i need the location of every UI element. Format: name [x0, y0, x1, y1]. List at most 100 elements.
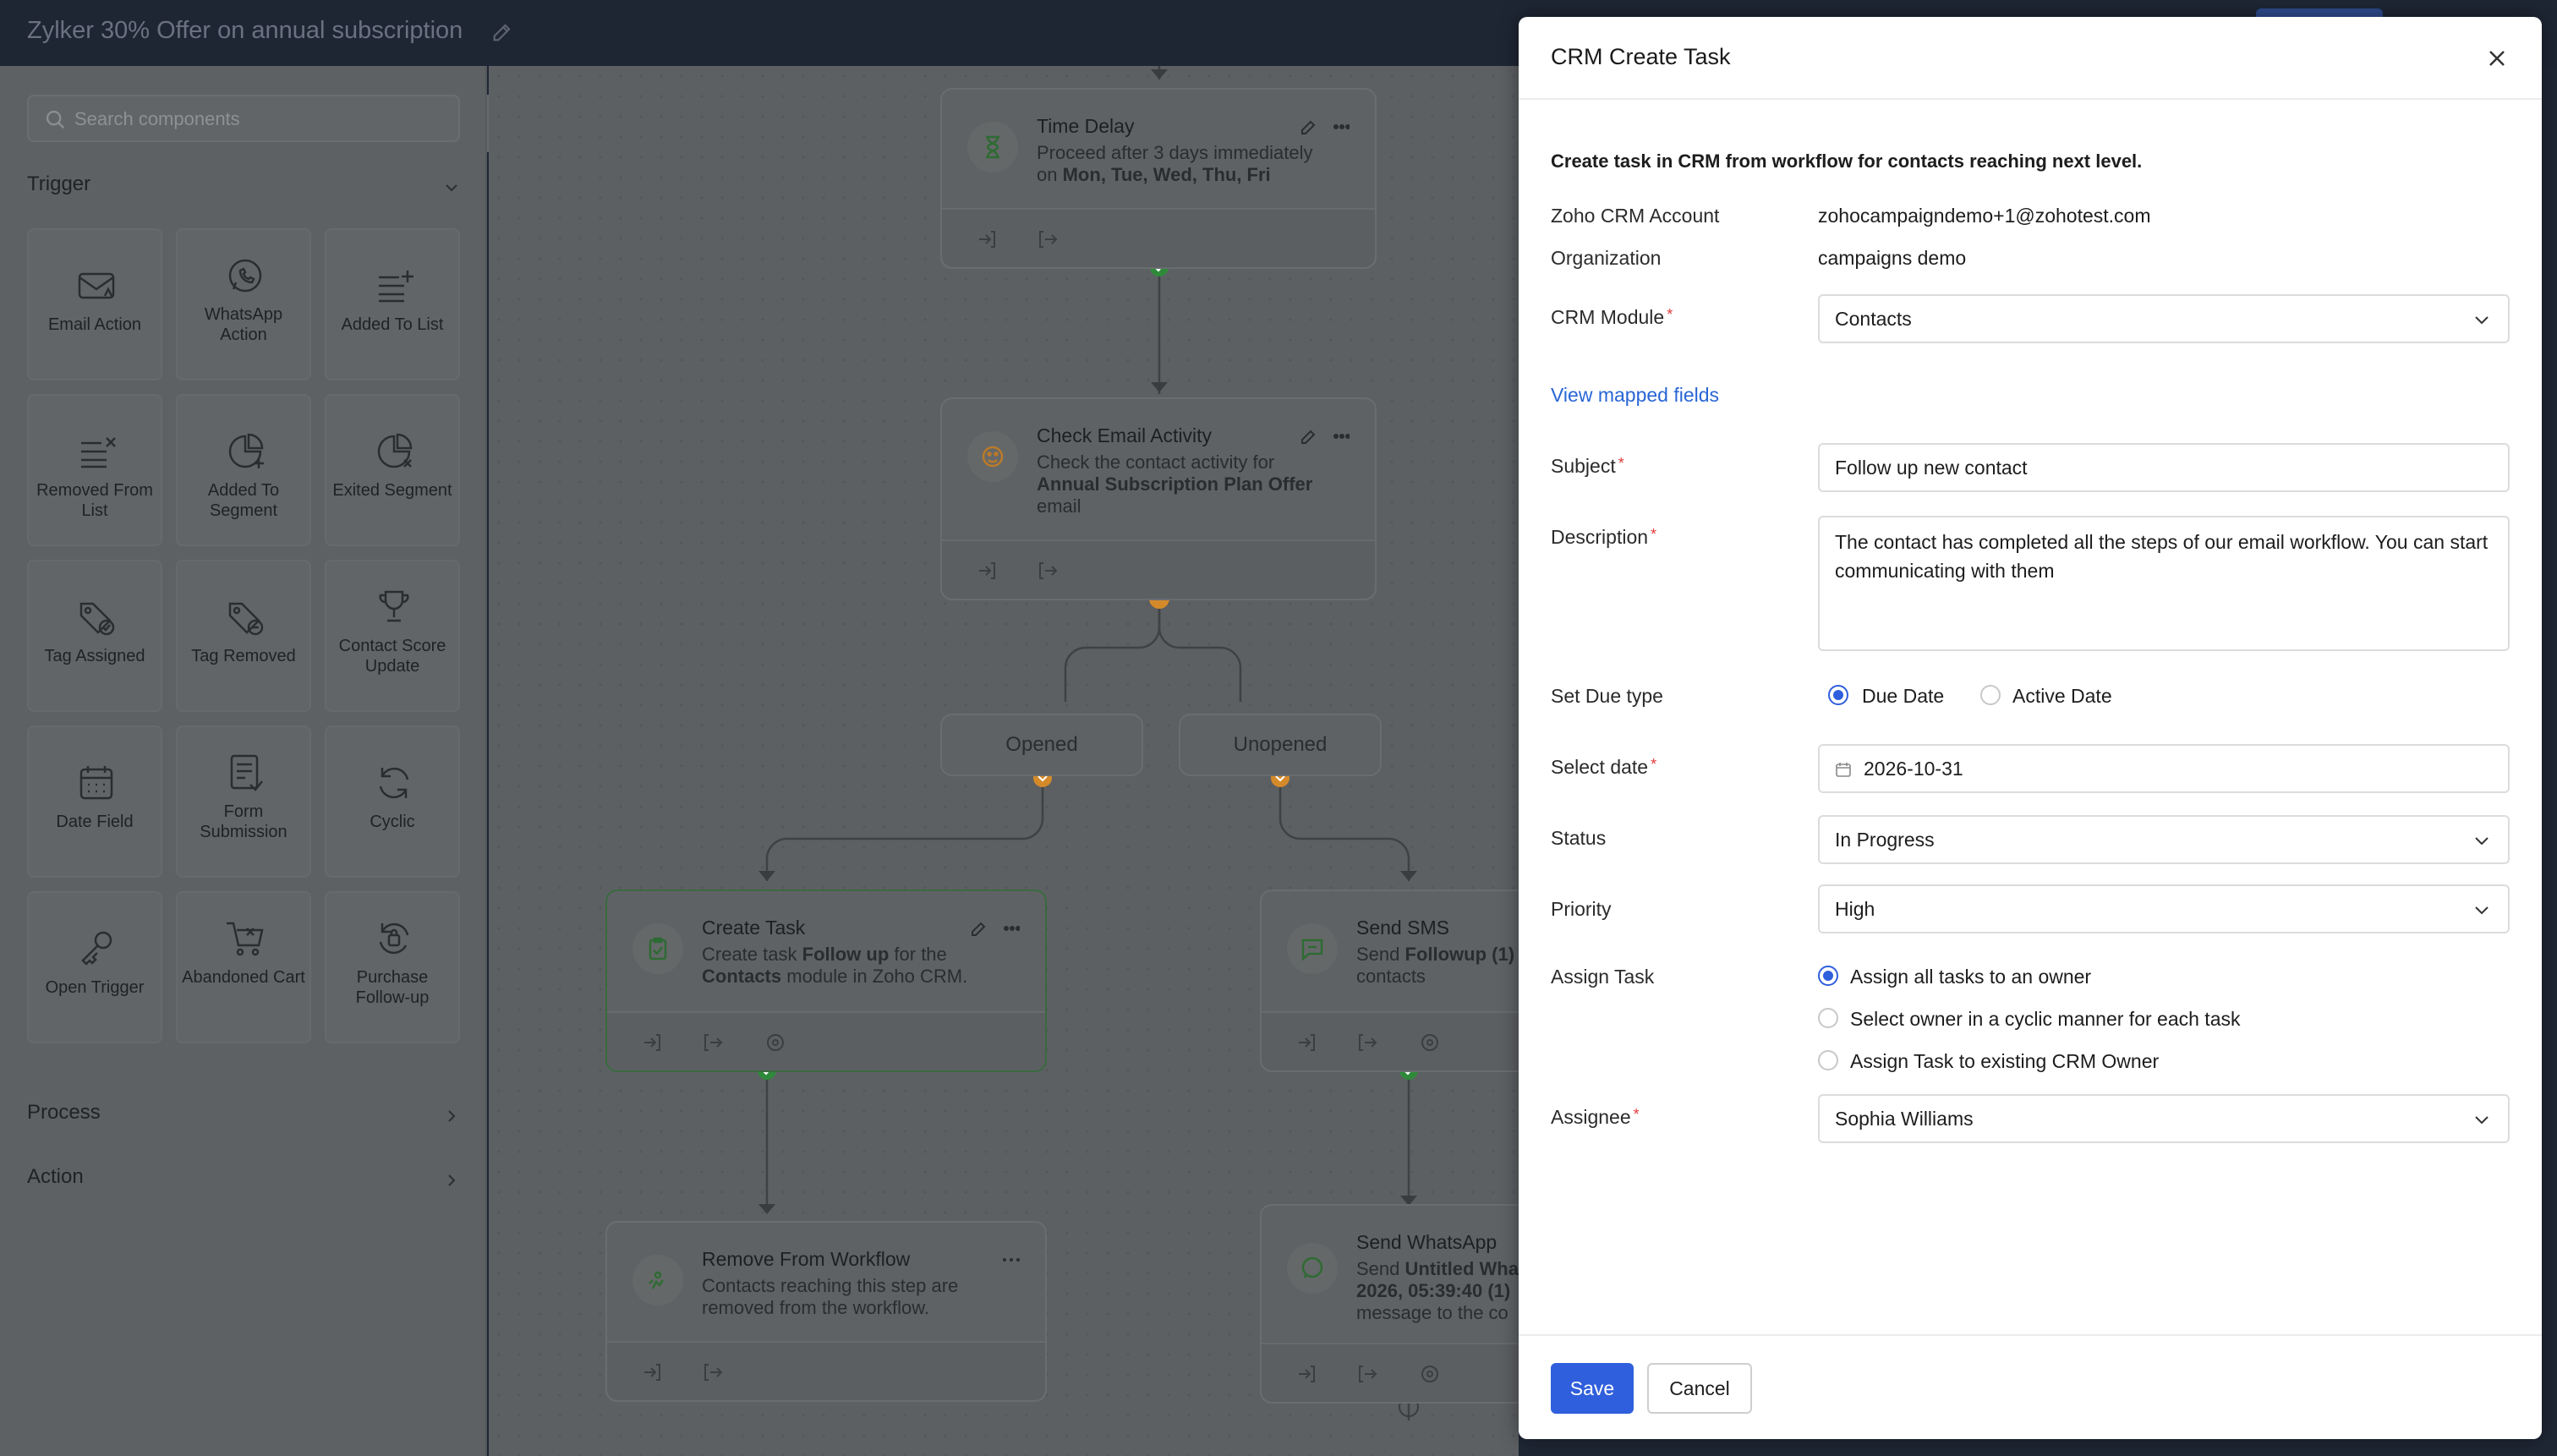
- section-process[interactable]: Process: [27, 1101, 460, 1135]
- tile-label: Contact Score Update: [338, 637, 446, 676]
- description-textarea[interactable]: The contact has completed all the steps …: [1818, 516, 2510, 651]
- section-process-label: Process: [27, 1101, 101, 1124]
- chevron-down-icon: [2475, 316, 2489, 325]
- node-icon: [1287, 923, 1338, 974]
- chevron-down-icon: [2475, 837, 2489, 846]
- cancel-button[interactable]: Cancel: [1647, 1363, 1752, 1414]
- tile-label: Date Field: [56, 813, 134, 831]
- goal-icon[interactable]: [1419, 1363, 1441, 1385]
- dialog-footer: Save Cancel: [1519, 1334, 2542, 1439]
- chevron-down-icon: [2475, 906, 2489, 915]
- subject-input[interactable]: Follow up new contact: [1818, 443, 2510, 492]
- crm-module-select[interactable]: Contacts: [1818, 294, 2510, 343]
- entry-icon[interactable]: [641, 1361, 663, 1383]
- crm-create-task-dialog: CRM Create Task Create task in CRM from …: [1519, 17, 2542, 1439]
- tile-form-submission[interactable]: Form Submission: [176, 725, 311, 878]
- exit-icon[interactable]: [702, 1361, 724, 1383]
- close-icon[interactable]: [2483, 44, 2511, 73]
- node-description: Send Followup (1) contacts: [1356, 944, 1515, 987]
- tile-cyclic[interactable]: Cyclic: [325, 725, 460, 878]
- subject-label: Subject *: [1551, 455, 1624, 477]
- goal-icon[interactable]: [1419, 1032, 1441, 1054]
- node-edit-more-icons[interactable]: [1299, 115, 1350, 139]
- priority-select[interactable]: High: [1818, 884, 2510, 933]
- node-time-delay[interactable]: Time Delay Proceed after 3 days immediat…: [940, 88, 1377, 269]
- tile-open-trigger[interactable]: Open Trigger: [27, 891, 162, 1043]
- exit-icon[interactable]: [1037, 228, 1059, 250]
- node-description: Proceed after 3 days immediately on Mon, …: [1037, 142, 1313, 185]
- tile-added-to-list[interactable]: Added To List: [325, 228, 460, 380]
- tile-label: Tag Assigned: [44, 647, 145, 665]
- section-trigger-label: Trigger: [27, 172, 91, 195]
- node-icon: [632, 923, 683, 974]
- assign-task-label: Assign Task: [1551, 966, 1655, 988]
- tile-label: Open Trigger: [45, 978, 145, 997]
- search-components-input[interactable]: [74, 105, 446, 134]
- priority-value: High: [1835, 898, 1875, 920]
- branch-unopened[interactable]: Unopened: [1179, 714, 1382, 776]
- node-edit-more-icons[interactable]: [1299, 424, 1350, 448]
- tile-date-field[interactable]: Date Field: [27, 725, 162, 878]
- crm-module-label: CRM Module *: [1551, 306, 1673, 328]
- workflow-title: Zylker 30% Offer on annual subscription: [27, 17, 463, 44]
- entry-icon[interactable]: [1295, 1363, 1317, 1385]
- node-remove-from-workflow[interactable]: Remove From Workflow Contacts reaching t…: [605, 1221, 1047, 1402]
- node-edit-more-icons[interactable]: [969, 917, 1020, 940]
- search-components-box[interactable]: [27, 95, 460, 142]
- goal-icon[interactable]: [764, 1032, 786, 1054]
- entry-icon[interactable]: [976, 560, 998, 582]
- branch-opened[interactable]: Opened: [940, 714, 1143, 776]
- tile-whatsapp-action[interactable]: WhatsApp Action: [176, 228, 311, 380]
- view-mapped-fields-link[interactable]: View mapped fields: [1551, 384, 1719, 407]
- tile-tag-removed[interactable]: Tag Removed: [176, 560, 311, 712]
- tile-label: Added To Segment: [207, 481, 280, 520]
- section-action[interactable]: Action: [27, 1165, 460, 1199]
- tile-purchase-follow-up[interactable]: Purchase Follow-up: [325, 891, 460, 1043]
- assign-all-owner-radio[interactable]: [1818, 966, 1838, 986]
- assignee-label: Assignee *: [1551, 1106, 1640, 1128]
- assignee-select[interactable]: Sophia Williams: [1818, 1094, 2510, 1143]
- tile-exited-segment[interactable]: Exited Segment: [325, 394, 460, 546]
- status-select[interactable]: In Progress: [1818, 815, 2510, 864]
- key-icon: [81, 931, 112, 966]
- added-to-list-icon: [379, 271, 413, 303]
- due-type-label: Set Due type: [1551, 685, 1663, 707]
- due-date-radio[interactable]: [1828, 685, 1848, 705]
- exit-icon[interactable]: [1356, 1032, 1378, 1054]
- node-description: Contacts reaching this step are removed f…: [702, 1275, 959, 1318]
- more-options-icon[interactable]: [999, 1248, 1023, 1272]
- tile-removed-from-list[interactable]: Removed From List: [27, 394, 162, 546]
- tile-abandoned-cart[interactable]: Abandoned Cart: [176, 891, 311, 1043]
- tile-email-action[interactable]: Email Action: [27, 228, 162, 380]
- entry-icon[interactable]: [1295, 1032, 1317, 1054]
- email-activity-icon: [982, 446, 1004, 468]
- edit-title-icon[interactable]: [490, 20, 514, 44]
- node-create-task[interactable]: Create Task Create task Follow up for th…: [605, 889, 1047, 1072]
- tag-removed-icon: [228, 602, 264, 636]
- tile-tag-assigned[interactable]: Tag Assigned: [27, 560, 162, 712]
- search-icon: [46, 110, 65, 129]
- node-title: Remove From Workflow: [702, 1248, 911, 1270]
- exit-icon[interactable]: [1037, 560, 1059, 582]
- organization-label: Organization: [1551, 247, 1662, 269]
- dialog-title: CRM Create Task: [1551, 44, 1731, 69]
- tile-label: Added To List: [341, 315, 444, 334]
- assign-cyclic-radio[interactable]: [1818, 1008, 1838, 1028]
- tile-contact-score-update[interactable]: Contact Score Update: [325, 560, 460, 712]
- select-date-input[interactable]: 2026-10-31: [1818, 744, 2510, 793]
- entry-icon[interactable]: [641, 1032, 663, 1054]
- node-check-email-activity[interactable]: Check Email Activity Check the contact a…: [940, 397, 1377, 600]
- tile-added-to-segment[interactable]: Added To Segment: [176, 394, 311, 546]
- node-title: Send SMS: [1356, 917, 1449, 939]
- assign-existing-owner-label: Assign Task to existing CRM Owner: [1850, 1050, 2160, 1072]
- assign-existing-owner-radio[interactable]: [1818, 1050, 1838, 1070]
- dialog-intro: Create task in CRM from workflow for con…: [1551, 151, 2143, 172]
- workflow-canvas[interactable]: Time Delay Proceed after 3 days immediat…: [489, 66, 1564, 1456]
- chevron-right-icon: [448, 1110, 456, 1122]
- active-date-radio[interactable]: [1980, 685, 2001, 705]
- entry-icon[interactable]: [976, 228, 998, 250]
- section-trigger[interactable]: Trigger: [27, 172, 460, 206]
- exit-icon[interactable]: [702, 1032, 724, 1054]
- save-button[interactable]: Save: [1551, 1363, 1634, 1414]
- exit-icon[interactable]: [1356, 1363, 1378, 1385]
